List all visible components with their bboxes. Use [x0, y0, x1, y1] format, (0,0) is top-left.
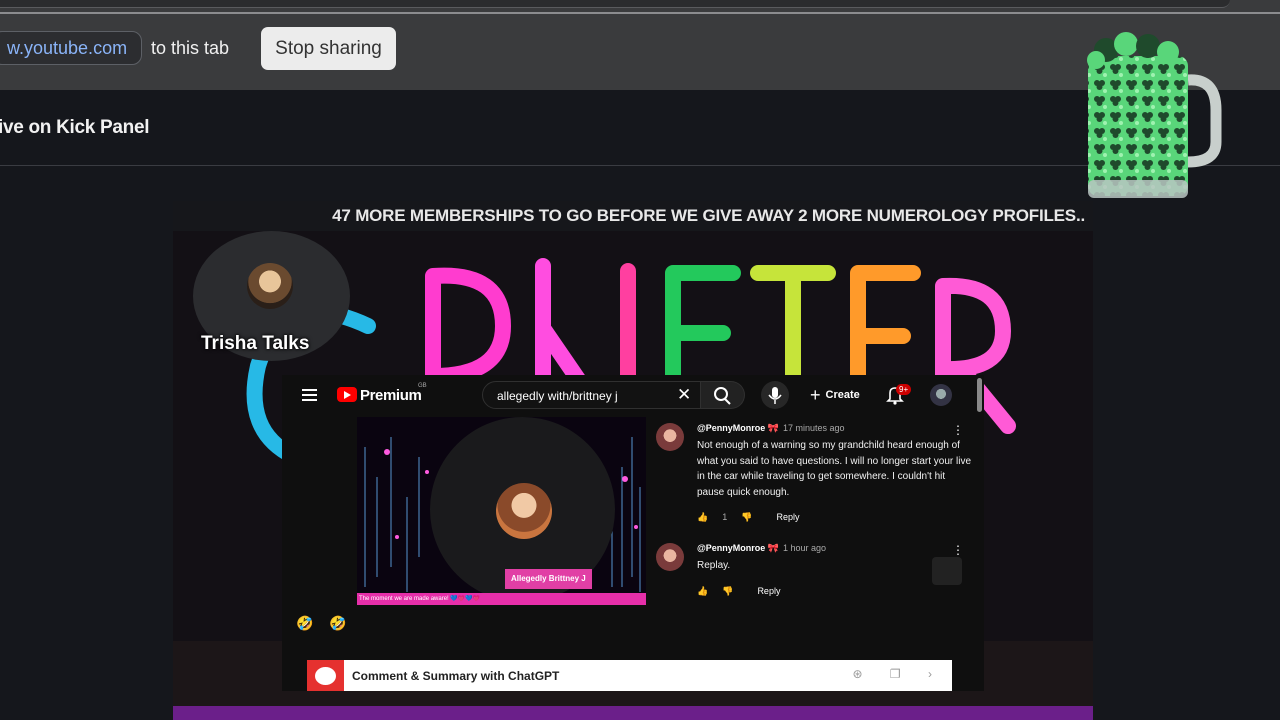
chatgpt-action-icons[interactable]: ⊛ ❐ › [853, 667, 944, 681]
commenter-avatar[interactable] [656, 423, 684, 451]
comments-list: @PennyMonroe 🎀 17 minutes ago Not enough … [656, 423, 976, 617]
guest-name-tag: Allegedly Brittney J [505, 569, 592, 589]
create-button[interactable]: + Create [802, 381, 870, 409]
sharing-label: to this tab [151, 38, 230, 58]
comment-menu-icon[interactable]: ⋮ [952, 423, 964, 437]
youtube-header: Premium GB allegedly with/brittney j ✕ +… [282, 375, 984, 417]
comment: @PennyMonroe 🎀 1 hour ago Replay. 👍 👎 Reply… [656, 543, 976, 597]
like-icon[interactable]: 👍 [697, 586, 708, 596]
commenter-avatar[interactable] [656, 543, 684, 571]
reaction-emojis: 🤣 🤣 [296, 615, 353, 631]
create-label: Create [825, 389, 860, 401]
search-button[interactable] [701, 381, 745, 409]
guest-avatar [496, 483, 552, 539]
country-code: GB [418, 383, 427, 389]
like-count: 1 [722, 512, 728, 522]
dislike-icon[interactable]: 👎 [741, 512, 752, 522]
comment-text: Not enough of a warning so my grandchild… [697, 440, 972, 498]
extension-logo-icon [307, 660, 344, 691]
clear-search-icon[interactable]: ✕ [677, 385, 691, 405]
host-name: Trisha Talks [201, 333, 310, 354]
search-input[interactable]: allegedly with/brittney j [497, 389, 618, 403]
notification-badge: 9+ [896, 384, 912, 395]
share-bar-divider [0, 12, 1280, 14]
reply-button[interactable]: Reply [776, 512, 799, 522]
youtube-window: Premium GB allegedly with/brittney j ✕ +… [282, 375, 984, 691]
comment-author[interactable]: @PennyMonroe [697, 543, 765, 553]
comment-author[interactable]: @PennyMonroe [697, 423, 765, 433]
microphone-icon [768, 387, 782, 404]
search-icon [714, 387, 731, 405]
comment-thumbnail[interactable] [932, 557, 962, 585]
chatgpt-summary-label: Comment & Summary with ChatGPT [352, 669, 560, 683]
comment-time[interactable]: 1 hour ago [783, 543, 826, 553]
video-ticker: The moment we are made aware! 💙💗💙💗 [357, 593, 646, 605]
membership-banner: 47 MORE MEMBERSHIPS TO GO BEFORE WE GIVE… [173, 201, 1093, 231]
menu-icon[interactable] [302, 389, 317, 401]
video-player[interactable]: Allegedly Brittney J The moment we are m… [357, 417, 646, 605]
shared-url[interactable]: w.youtube.com [0, 31, 143, 65]
tab-strip-edge [0, 0, 1230, 8]
scrollbar[interactable] [977, 378, 982, 412]
stop-sharing-button[interactable]: Stop sharing [261, 27, 396, 70]
like-icon[interactable]: 👍 [697, 512, 708, 522]
comment-time[interactable]: 17 minutes ago [783, 423, 845, 433]
comment-text: Replay. [697, 560, 731, 571]
reply-button[interactable]: Reply [757, 586, 780, 596]
host-avatar [247, 263, 293, 309]
account-avatar[interactable] [930, 384, 952, 406]
dislike-icon[interactable]: 👎 [722, 586, 733, 596]
voice-search-button[interactable] [761, 381, 789, 409]
comment-menu-icon[interactable]: ⋮ [952, 543, 964, 557]
youtube-premium-label[interactable]: Premium [360, 387, 422, 404]
clover-beer-mug-icon [1087, 32, 1222, 198]
youtube-logo-icon[interactable] [337, 387, 357, 402]
plus-icon: + [810, 385, 821, 405]
panel-title: ive on Kick Panel [0, 117, 150, 138]
search-box[interactable]: allegedly with/brittney j ✕ [482, 381, 701, 409]
chatgpt-summary-bar[interactable]: Comment & Summary with ChatGPT ⊛ ❐ › [307, 660, 952, 691]
comment: @PennyMonroe 🎀 17 minutes ago Not enough … [656, 423, 976, 523]
